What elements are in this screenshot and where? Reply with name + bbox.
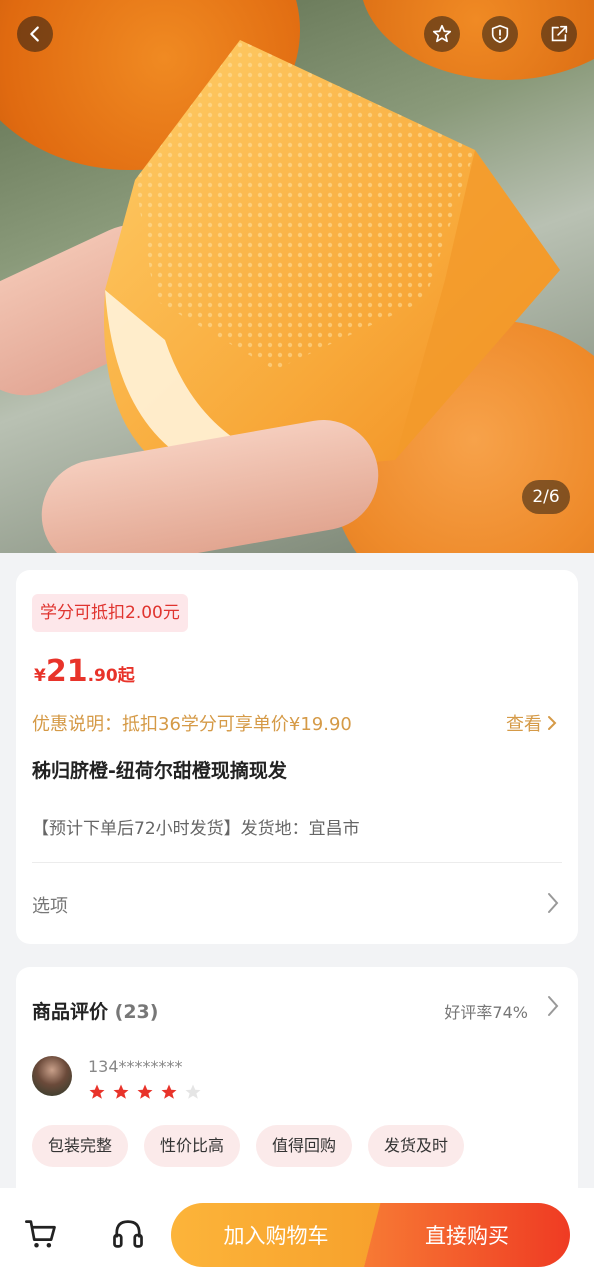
credit-badge: 学分可抵扣2.00元	[32, 594, 188, 632]
add-to-cart-button[interactable]: 加入购物车	[171, 1203, 381, 1267]
report-button[interactable]	[482, 16, 518, 52]
chevron-right-icon	[548, 716, 557, 730]
image-counter: 2/6	[522, 480, 570, 514]
favorite-button[interactable]	[424, 16, 460, 52]
favorite-star-icon	[432, 24, 452, 43]
rating-stars	[88, 1083, 202, 1101]
price-decimal: .90起	[87, 666, 135, 686]
back-button[interactable]	[17, 16, 53, 52]
bottom-action-bar: 加入购物车 直接购买	[0, 1188, 594, 1280]
buy-now-button[interactable]: 直接购买	[364, 1203, 570, 1267]
cart-icon	[25, 1220, 56, 1248]
options-selector[interactable]: 选项	[32, 892, 68, 918]
review-tag[interactable]: 发货及时	[368, 1125, 465, 1167]
customer-service-icon	[113, 1220, 143, 1248]
divider	[32, 862, 562, 863]
star-filled-icon	[137, 1084, 153, 1099]
reviews-title-label: 商品评价	[32, 1001, 109, 1023]
chevron-right-icon[interactable]	[546, 892, 560, 914]
promo-description: 优惠说明：抵扣36学分可享单价¥19.90	[32, 714, 352, 735]
review-tags: 包装完整 性价比高 值得回购 发货及时	[32, 1125, 465, 1167]
product-title: 秭归脐橙-纽荷尔甜橙现摘现发	[32, 760, 287, 782]
cart-button[interactable]	[21, 1214, 61, 1254]
star-filled-icon	[113, 1084, 129, 1099]
orange-slice-image	[104, 40, 560, 480]
star-filled-icon	[161, 1084, 177, 1099]
review-tag[interactable]: 包装完整	[32, 1125, 129, 1167]
reviews-title: 商品评价 (23)	[32, 997, 158, 1024]
price-integer: 21	[45, 654, 88, 689]
share-button[interactable]	[541, 16, 577, 52]
promo-view-label: 查看	[506, 714, 542, 735]
positive-rate: 好评率74%	[444, 1003, 528, 1022]
price-currency: ¥	[34, 666, 46, 686]
back-icon	[30, 26, 39, 42]
product-price: ¥21.90起	[34, 654, 135, 689]
share-icon	[551, 25, 568, 42]
chevron-right-icon[interactable]	[546, 995, 560, 1017]
review-tag[interactable]: 性价比高	[144, 1125, 241, 1167]
reviews-count: (23)	[114, 1001, 159, 1023]
avatar	[32, 1056, 72, 1096]
star-filled-icon	[89, 1084, 105, 1099]
shipping-info: 【预计下单后72小时发货】发货地：宜昌市	[32, 819, 360, 839]
star-empty-icon	[185, 1084, 201, 1099]
customer-service-button[interactable]	[108, 1214, 148, 1254]
promo-view-link[interactable]: 查看	[506, 710, 558, 736]
reviews-card[interactable]: 商品评价 (23) 好评率74% 134******** 包装完整 性价比高 值…	[16, 967, 578, 1202]
product-info-card: 学分可抵扣2.00元 ¥21.90起 优惠说明：抵扣36学分可享单价¥19.90…	[16, 570, 578, 944]
product-image-gallery[interactable]: 2/6	[0, 0, 594, 553]
report-icon	[491, 24, 509, 44]
review-tag[interactable]: 值得回购	[256, 1125, 353, 1167]
reviewer-username: 134********	[88, 1057, 183, 1076]
